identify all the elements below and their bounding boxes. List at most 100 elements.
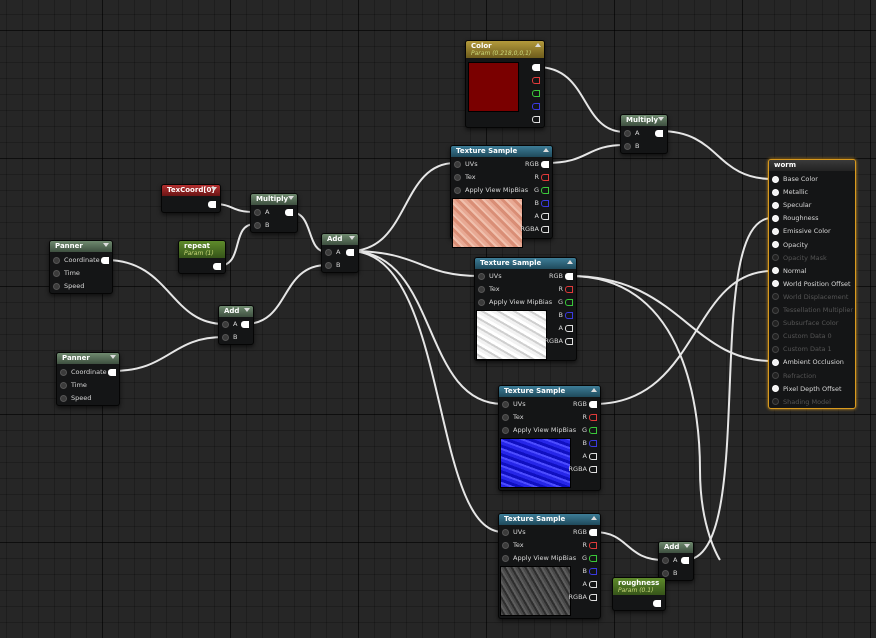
- output-pin-a[interactable]: A: [583, 452, 597, 460]
- node-panner-2[interactable]: Panner Coordinate Time Speed: [56, 352, 120, 406]
- node-header[interactable]: Texture Sample: [475, 258, 576, 269]
- input-pin-b[interactable]: B: [325, 261, 340, 269]
- input-pin-a[interactable]: A: [254, 208, 269, 216]
- input-pin-tex[interactable]: Tex: [502, 541, 524, 549]
- material-input-pin[interactable]: Normal: [772, 267, 807, 275]
- node-header[interactable]: Panner: [57, 353, 119, 364]
- collapse-chevron-icon[interactable]: [591, 388, 597, 392]
- node-add-center[interactable]: Add A B: [321, 233, 359, 273]
- output-pin-r[interactable]: [530, 76, 540, 84]
- input-pin-uvs[interactable]: UVs: [454, 160, 478, 168]
- input-pin-b[interactable]: B: [254, 221, 269, 229]
- collapse-chevron-icon[interactable]: [349, 236, 355, 240]
- input-pin-a[interactable]: A: [325, 248, 340, 256]
- output-pin-g[interactable]: G: [582, 554, 597, 562]
- node-header[interactable]: Add: [659, 542, 693, 553]
- node-header[interactable]: Panner: [50, 241, 112, 252]
- material-input-pin[interactable]: Base Color: [772, 175, 818, 183]
- collapse-chevron-icon[interactable]: [658, 117, 664, 121]
- output-pin-a[interactable]: A: [535, 212, 549, 220]
- collapse-chevron-icon[interactable]: [567, 260, 573, 264]
- input-pin-a[interactable]: A: [624, 129, 639, 137]
- output-pin-rgb[interactable]: RGB: [573, 528, 597, 536]
- node-repeat-param[interactable]: repeat Param (1): [178, 240, 226, 274]
- input-pin-time[interactable]: Time: [53, 269, 80, 277]
- output-pin-rgba[interactable]: RGBA: [569, 465, 597, 473]
- material-input-pin[interactable]: Pixel Depth Offset: [772, 385, 842, 393]
- node-header[interactable]: Color Param (0.218,0,0,1): [466, 41, 544, 58]
- output-pin-rgba[interactable]: RGBA: [545, 337, 573, 345]
- output-pin-b[interactable]: B: [583, 567, 597, 575]
- material-input-pin[interactable]: Tessellation Multiplier: [772, 306, 853, 314]
- output-pin[interactable]: [651, 599, 661, 607]
- node-add-lower[interactable]: Add A B: [218, 305, 254, 345]
- collapse-chevron-icon[interactable]: [684, 544, 690, 548]
- input-pin-b[interactable]: B: [222, 333, 237, 341]
- material-input-pin[interactable]: Ambient Occlusion: [772, 358, 844, 366]
- collapse-chevron-icon[interactable]: [288, 196, 294, 200]
- node-header[interactable]: Add: [219, 306, 253, 317]
- output-pin-r[interactable]: R: [582, 413, 597, 421]
- material-input-pin[interactable]: Metallic: [772, 188, 808, 196]
- material-input-pin[interactable]: Subsurface Color: [772, 319, 838, 327]
- node-header[interactable]: Multiply: [251, 194, 297, 205]
- output-pin[interactable]: [239, 320, 249, 328]
- node-texcoord[interactable]: TexCoord[0]: [161, 184, 221, 213]
- output-pin[interactable]: [211, 262, 221, 270]
- output-pin-g[interactable]: [530, 89, 540, 97]
- node-texture-sample-2[interactable]: Texture Sample UVs Tex Apply View MipBia…: [474, 257, 577, 361]
- output-pin-r[interactable]: R: [582, 541, 597, 549]
- input-pin-coordinate[interactable]: Coordinate: [60, 368, 107, 376]
- input-pin-tex[interactable]: Tex: [502, 413, 524, 421]
- input-pin-tex[interactable]: Tex: [478, 285, 500, 293]
- material-input-pin[interactable]: Opacity Mask: [772, 254, 827, 262]
- output-pin[interactable]: [206, 200, 216, 208]
- input-pin-time[interactable]: Time: [60, 381, 87, 389]
- input-pin-uvs[interactable]: UVs: [502, 400, 526, 408]
- material-graph-canvas[interactable]: [0, 0, 876, 638]
- output-pin-g[interactable]: G: [558, 298, 573, 306]
- node-panner-1[interactable]: Panner Coordinate Time Speed: [49, 240, 113, 294]
- output-pin[interactable]: [679, 556, 689, 564]
- output-pin-b[interactable]: B: [535, 199, 549, 207]
- material-input-pin[interactable]: World Position Offset: [772, 280, 851, 288]
- output-pin-r[interactable]: R: [558, 285, 573, 293]
- material-input-pin[interactable]: Roughness: [772, 214, 818, 222]
- node-header[interactable]: Texture Sample: [499, 514, 600, 525]
- material-input-pin[interactable]: Shading Model: [772, 398, 831, 406]
- node-texture-sample-3[interactable]: Texture Sample UVs Tex Apply View MipBia…: [498, 385, 601, 491]
- output-pin[interactable]: [283, 208, 293, 216]
- node-material-output[interactable]: worm Base Color Metallic Specular Roughness…: [768, 159, 856, 409]
- output-pin-rgb[interactable]: RGB: [573, 400, 597, 408]
- node-header[interactable]: repeat Param (1): [179, 241, 225, 258]
- output-pin[interactable]: [99, 256, 109, 264]
- output-pin-rgba[interactable]: RGBA: [521, 225, 549, 233]
- material-input-pin[interactable]: Refraction: [772, 372, 816, 380]
- output-pin-rgb[interactable]: RGB: [549, 272, 573, 280]
- output-pin-r[interactable]: R: [534, 173, 549, 181]
- output-pin-b[interactable]: B: [583, 439, 597, 447]
- node-texture-sample-4[interactable]: Texture Sample UVs Tex Apply View MipBia…: [498, 513, 601, 619]
- output-pin-g[interactable]: G: [582, 426, 597, 434]
- material-input-pin[interactable]: Specular: [772, 201, 811, 209]
- input-pin-mipbias[interactable]: Apply View MipBias: [502, 554, 576, 562]
- node-multiply-top[interactable]: Multiply A B: [620, 114, 668, 154]
- node-header[interactable]: Multiply: [621, 115, 667, 126]
- node-header[interactable]: Texture Sample: [499, 386, 600, 397]
- input-pin-a[interactable]: A: [662, 556, 677, 564]
- material-input-pin[interactable]: Opacity: [772, 241, 808, 249]
- collapse-chevron-icon[interactable]: [103, 243, 109, 247]
- input-pin-mipbias[interactable]: Apply View MipBias: [478, 298, 552, 306]
- output-pin-a[interactable]: A: [583, 580, 597, 588]
- output-pin-b[interactable]: [530, 102, 540, 110]
- input-pin-speed[interactable]: Speed: [53, 282, 84, 290]
- output-pin-a[interactable]: A: [559, 324, 573, 332]
- node-header[interactable]: Texture Sample: [451, 146, 552, 157]
- collapse-chevron-icon[interactable]: [535, 43, 541, 47]
- output-pin-rgb[interactable]: RGB: [525, 160, 549, 168]
- node-roughness-param[interactable]: roughness Param (0.1): [612, 577, 666, 611]
- node-add-right[interactable]: Add A B: [658, 541, 694, 581]
- input-pin-mipbias[interactable]: Apply View MipBias: [454, 186, 528, 194]
- collapse-chevron-icon[interactable]: [543, 148, 549, 152]
- material-input-pin[interactable]: Emissive Color: [772, 227, 831, 235]
